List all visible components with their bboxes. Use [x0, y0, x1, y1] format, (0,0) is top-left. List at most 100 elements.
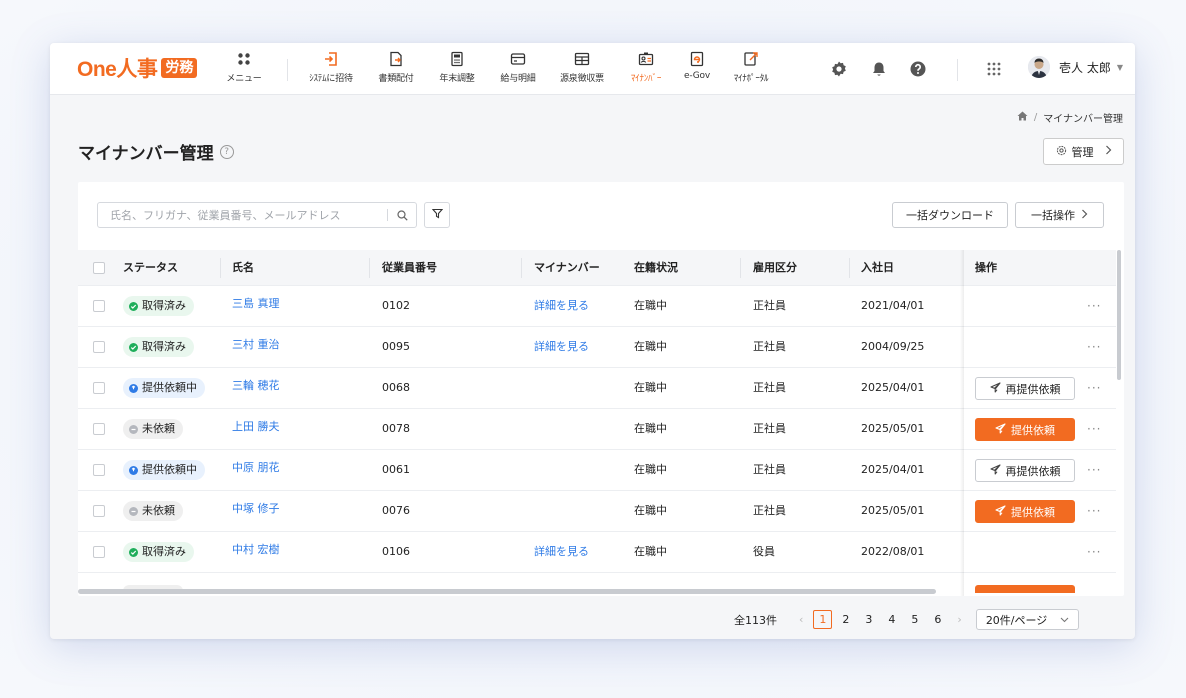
employee-name-link[interactable]: 中塚 修子	[232, 491, 280, 532]
nav-withholding[interactable]: 源泉徴収票	[552, 51, 612, 84]
row-checkbox[interactable]	[93, 505, 105, 517]
more-actions-icon[interactable]: ···	[1087, 286, 1101, 326]
employee-name-link[interactable]: 三輪 穂花	[232, 368, 280, 409]
bulk-operation-button[interactable]: 一括操作	[1015, 202, 1104, 228]
more-actions-icon[interactable]: ···	[1087, 368, 1101, 408]
nav-yearend[interactable]: 年末調整	[427, 51, 487, 84]
row-checkbox[interactable]	[93, 300, 105, 312]
withholding-icon	[574, 51, 590, 67]
user-name: 壱人 太郎	[1059, 60, 1111, 75]
more-actions-icon[interactable]: ···	[1087, 491, 1101, 531]
page-title: マイナンバー管理 ?	[78, 139, 234, 164]
nav-label: 給与明細	[500, 74, 536, 84]
mynumber-detail-link[interactable]: 詳細を見る	[534, 532, 589, 573]
page-number[interactable]: 3	[859, 610, 878, 629]
page-number[interactable]: 4	[882, 610, 901, 629]
next-page-icon[interactable]: ›	[957, 613, 961, 626]
col-status[interactable]: ステータス	[123, 250, 178, 286]
nav-label: ｼｽﾃﾑに招待	[309, 74, 353, 84]
employee-number: 0061	[382, 463, 410, 476]
search-box[interactable]: 氏名、フリガナ、従業員番号、メールアドレス	[97, 202, 417, 228]
operations-cell: 提供依頼 ···	[962, 409, 1116, 449]
prev-page-icon[interactable]: ‹	[799, 613, 803, 626]
bulk-download-button[interactable]: 一括ダウンロード	[892, 202, 1008, 228]
status-badge: 提供依頼中	[123, 460, 205, 480]
employment-type: 役員	[753, 545, 775, 558]
help-icon[interactable]	[909, 60, 927, 78]
employee-number: 0102	[382, 299, 410, 312]
logo-text: One人事	[77, 58, 158, 81]
nav-divider	[287, 59, 288, 81]
filter-button[interactable]	[424, 202, 450, 228]
status-label: 提供依頼中	[142, 463, 197, 476]
send-icon	[989, 463, 1001, 478]
enrollment-status: 在職中	[634, 299, 667, 312]
question-circle-icon[interactable]: ?	[219, 144, 234, 159]
page-number[interactable]: 2	[836, 610, 855, 629]
document-send-icon	[388, 51, 404, 67]
enrollment-status: 在職中	[634, 340, 667, 353]
user-menu[interactable]: 壱人 太郎 ▼	[1028, 56, 1123, 78]
horizontal-scrollbar[interactable]	[78, 589, 936, 594]
col-enrollment[interactable]: 在籍状況	[634, 250, 678, 286]
status-badge: 取得済み	[123, 296, 194, 316]
select-all-checkbox[interactable]	[93, 262, 105, 274]
page-number[interactable]: 1	[813, 610, 833, 629]
row-checkbox[interactable]	[93, 423, 105, 435]
employee-name-link[interactable]: 上田 勝夫	[232, 409, 280, 450]
request-button[interactable]: 提供依頼	[975, 418, 1075, 441]
app-logo[interactable]: One人事 労務	[77, 56, 198, 81]
send-icon	[995, 504, 1006, 519]
row-checkbox[interactable]	[93, 546, 105, 558]
employee-name-link[interactable]: 三村 重治	[232, 327, 280, 368]
nav-invite[interactable]: ｼｽﾃﾑに招待	[301, 51, 361, 84]
enrollment-status: 在職中	[634, 545, 667, 558]
page-size-value: 20件/ページ	[985, 613, 1048, 627]
nav-docs[interactable]: 書類配付	[366, 51, 426, 84]
nav-egov[interactable]: e-Gov	[667, 51, 727, 81]
nav-label: e-Gov	[684, 71, 710, 81]
home-icon[interactable]	[1017, 111, 1028, 124]
mynumber-detail-link[interactable]: 詳細を見る	[534, 327, 589, 368]
operations-cell: ···	[962, 327, 1116, 367]
manage-button[interactable]: 管理	[1043, 138, 1124, 165]
col-employment[interactable]: 雇用区分	[753, 250, 797, 286]
col-separator	[521, 258, 522, 278]
apps-grid-icon[interactable]	[985, 60, 1003, 78]
nav-label: ﾏｲﾅﾝﾊﾞｰ	[630, 74, 662, 84]
more-actions-icon[interactable]: ···	[1087, 450, 1101, 490]
col-mynumber[interactable]: マイナンバー	[534, 250, 600, 286]
employee-name-link[interactable]: 中原 朋花	[232, 450, 280, 491]
col-name[interactable]: 氏名	[232, 250, 254, 286]
page-size-select[interactable]: 20件/ページ	[975, 609, 1079, 630]
bell-icon[interactable]	[870, 60, 888, 78]
col-joined[interactable]: 入社日	[861, 250, 894, 286]
employee-name-link[interactable]: 三島 真理	[232, 286, 280, 327]
row-checkbox[interactable]	[93, 382, 105, 394]
request-button[interactable]: 提供依頼	[975, 500, 1075, 523]
egov-icon	[689, 51, 705, 67]
row-checkbox[interactable]	[93, 464, 105, 476]
status-label: 取得済み	[142, 299, 186, 312]
more-actions-icon[interactable]: ···	[1087, 532, 1101, 572]
col-employee-no[interactable]: 従業員番号	[382, 250, 437, 286]
enrollment-status: 在職中	[634, 381, 667, 394]
page-number[interactable]: 6	[928, 610, 947, 629]
more-actions-icon[interactable]: ···	[1087, 327, 1101, 367]
search-input[interactable]: 氏名、フリガナ、従業員番号、メールアドレス	[98, 207, 387, 223]
gear-icon[interactable]	[830, 60, 848, 78]
nav-payslip[interactable]: 給与明細	[488, 51, 548, 84]
row-checkbox[interactable]	[93, 341, 105, 353]
nav-mynaportal[interactable]: ﾏｲﾅﾎﾟｰﾀﾙ	[721, 51, 781, 84]
re-request-button[interactable]: 再提供依頼	[975, 377, 1075, 400]
more-actions-icon[interactable]: ···	[1087, 409, 1101, 449]
search-icon[interactable]	[388, 209, 416, 221]
nav-menu[interactable]: メニュー	[214, 51, 274, 84]
settings-icon	[1056, 145, 1067, 159]
mynumber-detail-link[interactable]: 詳細を見る	[534, 286, 589, 327]
page-number[interactable]: 5	[905, 610, 924, 629]
vertical-scrollbar[interactable]	[1117, 250, 1121, 380]
re-request-button[interactable]: 再提供依頼	[975, 459, 1075, 482]
enrollment-status: 在職中	[634, 504, 667, 517]
employee-name-link[interactable]: 中村 宏樹	[232, 532, 280, 573]
